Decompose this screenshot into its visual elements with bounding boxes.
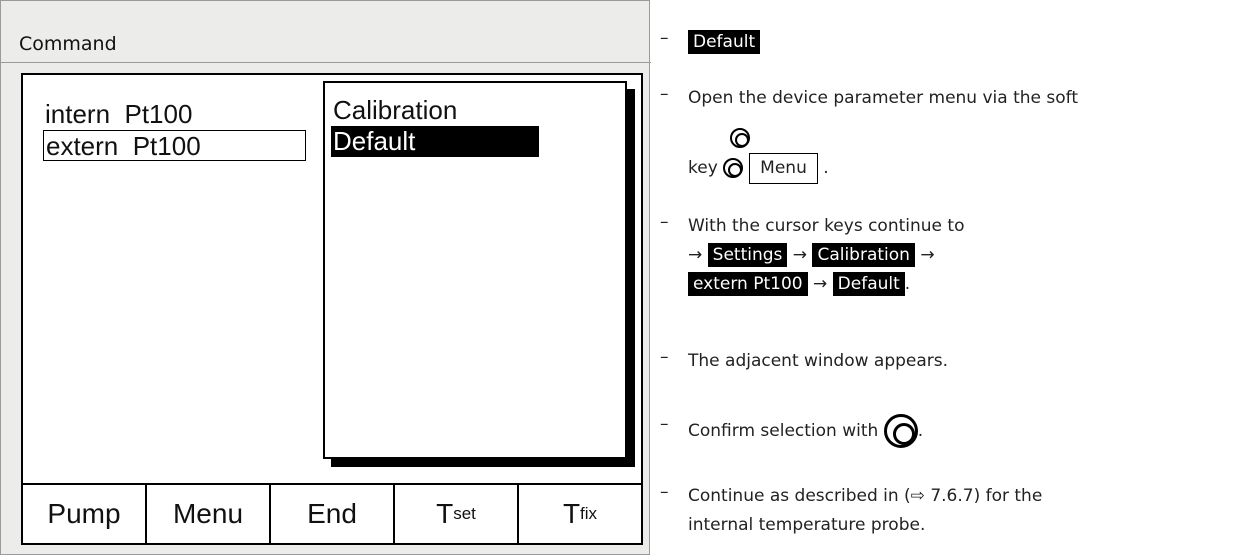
- label-default: Default: [688, 30, 761, 54]
- softkey-tfix[interactable]: Tfix: [519, 485, 641, 543]
- calibration-popup: Calibration Default: [323, 81, 627, 459]
- rotary-knob-icon: [730, 128, 750, 148]
- arrow-icon: →: [813, 274, 828, 294]
- softkey-tset-sub: set: [453, 504, 476, 523]
- nav-settings: Settings: [707, 243, 788, 267]
- popup-item-default[interactable]: Default: [331, 126, 539, 157]
- softkey-menu[interactable]: Menu: [147, 485, 271, 543]
- popup-item-calibration[interactable]: Calibration: [333, 95, 457, 126]
- softkey-tset-main: T: [436, 498, 454, 529]
- step3-text: With the cursor keys continue to: [688, 216, 965, 236]
- softkey-tset[interactable]: Tset: [395, 485, 519, 543]
- command-panel: Command intern Pt100 extern Pt100 Calibr…: [0, 0, 651, 555]
- step-3: – With the cursor keys continue to → Set…: [660, 212, 965, 296]
- softkey-pump[interactable]: Pump: [23, 485, 147, 543]
- step6-line1: Continue as described in (⇨ 7.6.7) for t…: [688, 486, 1043, 506]
- soft-key-blank: [750, 113, 840, 143]
- softkey-tfix-sub: fix: [580, 504, 598, 523]
- step6-line2: internal temperature probe.: [688, 515, 926, 535]
- step-4: – The adjacent window appears.: [660, 347, 948, 376]
- arrow-icon: →: [792, 245, 808, 265]
- menu-softkey-label: Menu: [749, 153, 818, 184]
- probe-list: intern Pt100 extern Pt100: [43, 99, 306, 161]
- softkey-end[interactable]: End: [271, 485, 395, 543]
- step-6: – Continue as described in (⇨ 7.6.7) for…: [660, 482, 1043, 535]
- step2-text: Open the device parameter menu via the s…: [688, 88, 1078, 108]
- softkey-bar: Pump Menu End Tset Tfix: [23, 483, 641, 543]
- command-header: Command: [1, 1, 651, 63]
- nav-calibration: Calibration: [812, 243, 915, 267]
- nav-extern-pt100: extern Pt100: [688, 272, 808, 296]
- softkey-tfix-main: T: [562, 498, 581, 529]
- step-1: – Default: [660, 28, 761, 57]
- list-item-extern-pt100[interactable]: extern Pt100: [43, 130, 306, 161]
- step4-text: The adjacent window appears.: [688, 351, 949, 371]
- command-title: Command: [19, 33, 117, 55]
- step2-key: key: [688, 158, 718, 178]
- rotary-knob-icon: [723, 158, 744, 178]
- rotary-knob-icon: [883, 414, 918, 448]
- step5-text: Confirm selection with: [688, 421, 879, 441]
- device-display: intern Pt100 extern Pt100 Calibration De…: [21, 73, 643, 545]
- nav-default: Default: [832, 272, 905, 296]
- step-5: – Confirm selection with .: [660, 414, 923, 448]
- arrow-icon: →: [920, 245, 935, 265]
- arrow-icon: →: [688, 245, 703, 265]
- list-item-intern-pt100[interactable]: intern Pt100: [43, 99, 306, 130]
- step-2: – Open the device parameter menu via the…: [660, 84, 1078, 184]
- instructions-panel: – Default – Open the device parameter me…: [650, 0, 1237, 555]
